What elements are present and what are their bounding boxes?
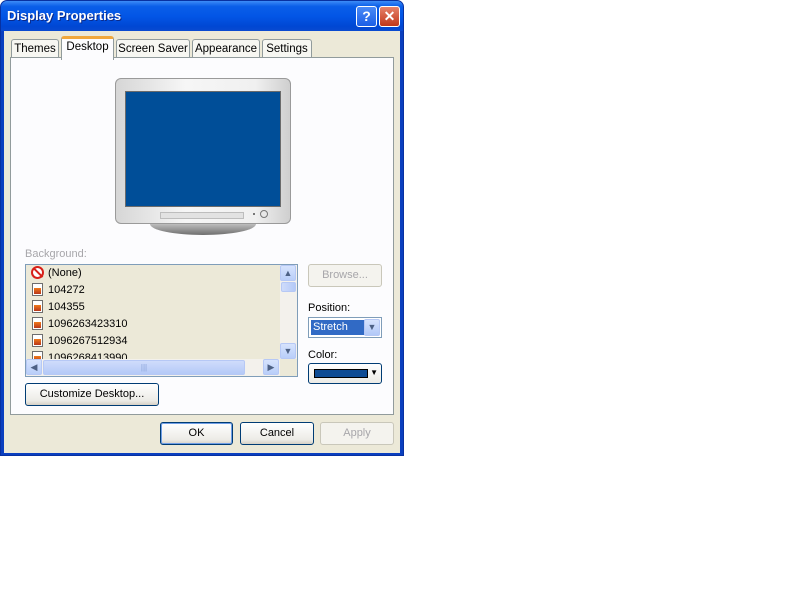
position-selected-value: Stretch bbox=[311, 320, 365, 335]
tab-desktop[interactable]: Desktop bbox=[61, 36, 114, 60]
monitor-bezel-slot bbox=[160, 212, 244, 219]
monitor-preview bbox=[115, 78, 291, 224]
dropdown-arrow-icon: ▼ bbox=[370, 368, 378, 377]
ok-button[interactable]: OK bbox=[160, 422, 233, 445]
image-file-icon bbox=[32, 317, 43, 330]
color-label: Color: bbox=[308, 349, 338, 361]
monitor-stand bbox=[150, 224, 256, 235]
apply-button[interactable]: Apply bbox=[320, 422, 394, 445]
tab-appearance[interactable]: Appearance bbox=[192, 39, 260, 59]
vertical-scroll-thumb[interactable] bbox=[281, 282, 296, 292]
monitor-indicator bbox=[253, 213, 255, 215]
scroll-right-button[interactable]: ▶ bbox=[263, 359, 279, 375]
image-file-icon bbox=[32, 283, 43, 296]
cancel-button[interactable]: Cancel bbox=[240, 422, 314, 445]
tab-themes[interactable]: Themes bbox=[11, 39, 59, 59]
scroll-left-button[interactable]: ◀ bbox=[26, 359, 42, 375]
background-label: Background: bbox=[25, 248, 87, 260]
scrollbar-corner bbox=[280, 359, 297, 376]
color-swatch bbox=[314, 369, 368, 378]
chevron-down-icon[interactable]: ▼ bbox=[364, 319, 380, 336]
image-file-icon bbox=[32, 351, 43, 359]
list-item-label: 1096268413990 bbox=[48, 352, 128, 359]
horizontal-scroll-thumb[interactable]: ||| bbox=[43, 360, 245, 375]
no-entry-icon bbox=[31, 266, 44, 279]
scroll-down-button[interactable]: ▼ bbox=[280, 343, 296, 359]
display-properties-window: Display Properties ? ✕ Themes Desktop Sc… bbox=[0, 0, 404, 456]
image-file-icon bbox=[32, 334, 43, 347]
list-item[interactable]: 1096263423310 bbox=[26, 316, 280, 333]
tab-screen-saver[interactable]: Screen Saver bbox=[116, 39, 190, 59]
horizontal-scrollbar[interactable]: ◀ ||| ▶ bbox=[26, 359, 280, 376]
title-bar[interactable]: Display Properties ? ✕ bbox=[1, 1, 403, 31]
list-item[interactable]: 104355 bbox=[26, 299, 280, 316]
list-item-none[interactable]: (None) bbox=[26, 265, 280, 282]
list-item-label: 1096267512934 bbox=[48, 335, 128, 347]
list-item-label: 1096263423310 bbox=[48, 318, 128, 330]
list-item-label: 104272 bbox=[48, 284, 85, 296]
list-item-label: (None) bbox=[48, 267, 82, 279]
monitor-screen bbox=[125, 91, 281, 207]
customize-desktop-button[interactable]: Customize Desktop... bbox=[25, 383, 159, 406]
browse-button[interactable]: Browse... bbox=[308, 264, 382, 287]
background-listbox[interactable]: (None) 104272 104355 1096263423310 10962… bbox=[25, 264, 298, 377]
list-item[interactable]: 1096268413990 bbox=[26, 350, 280, 359]
list-item[interactable]: 1096267512934 bbox=[26, 333, 280, 350]
help-button[interactable]: ? bbox=[356, 6, 377, 27]
list-item[interactable]: 104272 bbox=[26, 282, 280, 299]
position-select[interactable]: Stretch ▼ bbox=[308, 317, 382, 338]
color-picker-button[interactable]: ▼ bbox=[308, 363, 382, 384]
list-item-label: 104355 bbox=[48, 301, 85, 313]
dialog-body: Themes Desktop Screen Saver Appearance S… bbox=[4, 31, 400, 453]
tab-settings[interactable]: Settings bbox=[262, 39, 312, 59]
background-list-items: (None) 104272 104355 1096263423310 10962… bbox=[26, 265, 280, 359]
monitor-power-icon bbox=[260, 210, 268, 218]
position-label: Position: bbox=[308, 302, 351, 314]
scroll-up-button[interactable]: ▲ bbox=[280, 265, 296, 281]
image-file-icon bbox=[32, 300, 43, 313]
desktop-tab-panel: Background: (None) 104272 104355 1096263… bbox=[10, 57, 394, 415]
close-button[interactable]: ✕ bbox=[379, 6, 400, 27]
vertical-scrollbar[interactable]: ▲ ▼ bbox=[280, 265, 297, 359]
window-title: Display Properties bbox=[7, 8, 122, 23]
